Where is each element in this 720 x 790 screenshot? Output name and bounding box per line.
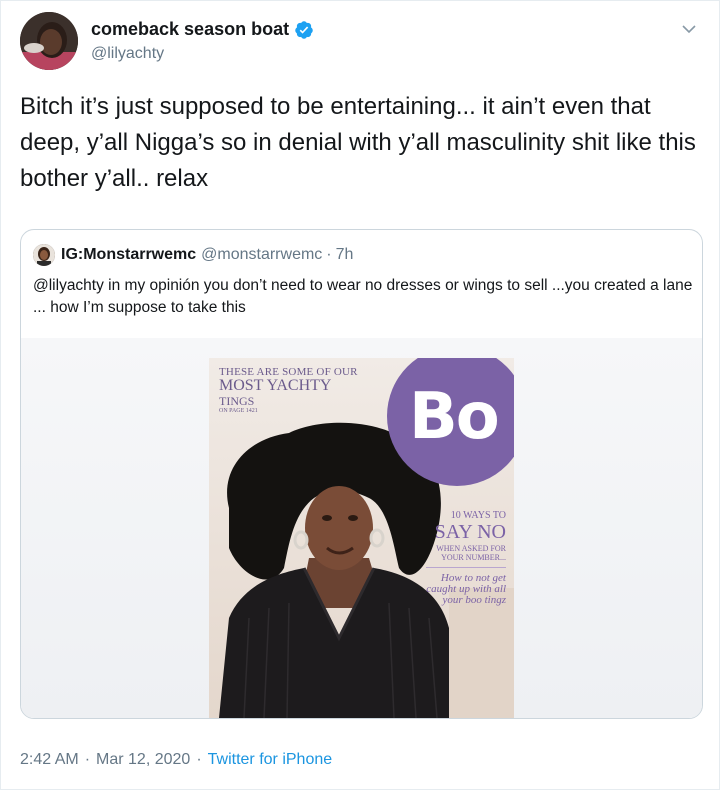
author-avatar[interactable]: [20, 12, 78, 70]
quoted-time: 7h: [335, 246, 354, 263]
author-handle[interactable]: @lilyachty: [91, 45, 164, 63]
meta-separator: ·: [84, 751, 91, 768]
avatar-photo-icon: [20, 12, 78, 70]
tweet-text: Bitch it’s just supposed to be entertain…: [20, 93, 696, 192]
cover-side-small: WHEN ASKED FOR YOUR NUMBER...: [436, 544, 506, 562]
quoted-media[interactable]: Bo THESE ARE SOME OF OUR MOST YACHTY TIN…: [21, 338, 702, 718]
tweet-time[interactable]: 2:42 AM: [20, 751, 79, 769]
tweet-card: comeback season boat @lilyachty Bitch it…: [0, 0, 720, 790]
quoted-avatar: [33, 244, 55, 266]
cover-headline: MOST YACHTY: [219, 377, 332, 394]
tweet-source-link[interactable]: Twitter for iPhone: [208, 751, 333, 769]
quoted-tweet[interactable]: IG:Monstarrwemc @monstarrwemc · 7h @lily…: [20, 229, 703, 719]
cover-logo: Bo: [409, 380, 500, 454]
quoted-display-name: IG:Monstarrwemc: [61, 246, 197, 263]
author-name-row: comeback season boat: [91, 19, 314, 40]
verified-badge-icon: [295, 20, 313, 39]
chevron-down-icon[interactable]: [679, 19, 699, 39]
cover-divider: [426, 567, 506, 568]
quoted-header: IG:Monstarrwemc @monstarrwemc · 7h: [33, 244, 353, 266]
cover-side-italic: How to not get caught up with all your b…: [426, 572, 506, 606]
tweet-date[interactable]: Mar 12, 2020: [96, 751, 190, 769]
quoted-avatar-photo-icon: [33, 244, 55, 266]
quoted-handle: @monstarrwemc: [201, 246, 323, 263]
meta-separator: ·: [196, 751, 202, 768]
cover-headline-2: TINGS: [219, 394, 255, 408]
cover-side-top: 10 WAYS TO: [450, 510, 506, 521]
quoted-separator: ·: [326, 246, 332, 263]
tweet-meta: 2:42 AM · Mar 12, 2020 · Twitter for iPh…: [20, 751, 332, 769]
cover-side-big: SAY NO: [434, 521, 506, 543]
cover-page-ref: ON PAGE 1421: [219, 408, 258, 414]
magazine-cover-image: Bo THESE ARE SOME OF OUR MOST YACHTY TIN…: [209, 358, 514, 718]
quoted-text: @lilyachty in my opinión you don’t need …: [33, 277, 693, 316]
author-display-name[interactable]: comeback season boat: [91, 19, 289, 40]
